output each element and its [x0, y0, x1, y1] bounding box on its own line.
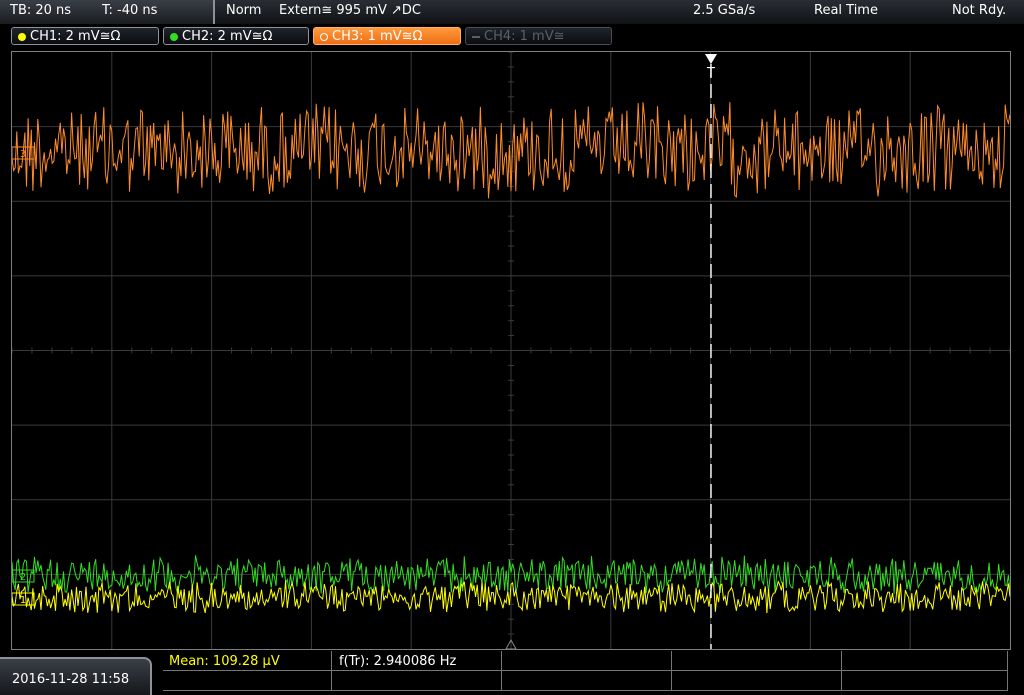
channel-tabs: CH1: 2 mV≅Ω CH2: 2 mV≅Ω CH3: 1 mV≅Ω CH4:…: [0, 24, 1024, 49]
mean-measurement[interactable]: Mean: 109.28 µV: [169, 654, 280, 669]
measurement-cell[interactable]: [842, 651, 1008, 671]
bottom-bar: 2016-11-28 11:58 Mean: 109.28 µV f(Tr): …: [0, 651, 1024, 695]
acquisition-mode[interactable]: Norm: [226, 3, 261, 18]
green-dot-icon: [170, 33, 178, 41]
timebase-panel[interactable]: TB: 20 ns T: -40 ns: [0, 0, 215, 24]
datetime-panel: 2016-11-28 11:58: [0, 657, 152, 695]
trigger-arrow-icon[interactable]: [705, 54, 717, 64]
ch1-label: CH1: 2 mV≅Ω: [30, 29, 121, 44]
ch3-marker-label: 3: [20, 149, 26, 160]
ch2-marker-label: 2: [20, 572, 26, 583]
tab-ch4[interactable]: CH4: 1 mV≅: [465, 27, 612, 45]
measurement-cell[interactable]: [672, 671, 842, 691]
graticule: [12, 52, 1010, 649]
timebase-readout[interactable]: TB: 20 ns: [10, 3, 71, 18]
trigger-source[interactable]: Extern≅ 995 mV ↗DC: [279, 3, 421, 18]
ch4-label: CH4: 1 mV≅: [484, 29, 565, 44]
datetime-readout: 2016-11-28 11:58: [12, 672, 130, 687]
trigger-offset-readout[interactable]: T: -40 ns: [102, 3, 157, 18]
status-bar: TB: 20 ns T: -40 ns Norm Extern≅ 995 mV …: [0, 0, 1024, 24]
ch1-marker-label: 1: [20, 595, 26, 606]
measurement-cell[interactable]: [502, 671, 672, 691]
waveform-display[interactable]: T 3 2 1: [11, 51, 1011, 650]
sampling-mode[interactable]: Real Time: [814, 3, 878, 18]
yellow-dot-icon: [18, 33, 26, 41]
tab-ch3[interactable]: CH3: 1 mV≅Ω: [313, 27, 461, 45]
acquisition-status: Not Rdy.: [952, 3, 1007, 18]
tab-ch2[interactable]: CH2: 2 mV≅Ω: [163, 27, 309, 45]
measurement-cell[interactable]: [842, 671, 1008, 691]
measurement-panel: Mean: 109.28 µV f(Tr): 2.940086 Hz: [163, 651, 1008, 695]
trigger-marker-label: T: [706, 66, 715, 81]
orange-dot-icon: [320, 33, 328, 41]
measurement-cell[interactable]: [163, 671, 332, 691]
sample-rate[interactable]: 2.5 GSa/s: [693, 3, 755, 18]
measurement-cell[interactable]: [502, 651, 672, 671]
ch2-label: CH2: 2 mV≅Ω: [182, 29, 273, 44]
gray-dash-icon: [472, 36, 480, 38]
measurement-cell[interactable]: [672, 651, 842, 671]
trigger-frequency-measurement[interactable]: f(Tr): 2.940086 Hz: [339, 654, 456, 669]
tab-ch1[interactable]: CH1: 2 mV≅Ω: [11, 27, 159, 45]
ch3-label: CH3: 1 mV≅Ω: [332, 29, 423, 44]
measurement-cell[interactable]: [332, 671, 502, 691]
waveform-canvas[interactable]: T 3 2 1: [12, 52, 1010, 649]
